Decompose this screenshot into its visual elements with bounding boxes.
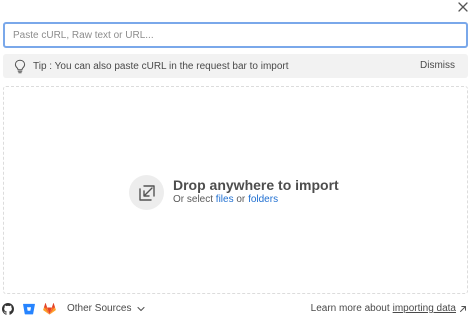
footer: Other Sources Learn more about importing… [0,300,474,320]
github-icon[interactable] [1,302,15,316]
chevron-down-icon [137,306,146,311]
learn-more: Learn more about importing data [311,303,467,314]
select-files-link[interactable]: files [216,194,234,205]
close-button[interactable] [454,0,472,14]
dismiss-button[interactable]: Dismiss [420,54,455,78]
lightbulb-icon [13,58,27,74]
tip-text: Tip : You can also paste cURL in the req… [33,60,289,72]
tip-bar: Tip : You can also paste cURL in the req… [3,54,468,78]
other-sources-label: Other Sources [67,303,132,314]
external-link-icon [460,305,466,312]
drop-subtitle: Or select files or folders [173,194,278,205]
drop-sub-or: or [236,194,246,205]
bitbucket-icon[interactable] [22,302,36,316]
drop-zone[interactable]: Drop anywhere to import Or select files … [3,86,468,294]
drop-sub-prefix: Or select [173,194,214,205]
drop-title: Drop anywhere to import [173,177,339,193]
importing-data-link[interactable]: importing data [393,303,456,314]
select-folders-link[interactable]: folders [248,194,278,205]
learn-more-prefix: Learn more about [310,303,390,314]
close-icon [458,2,468,12]
paste-input[interactable] [3,22,468,48]
other-sources-dropdown[interactable]: Other Sources [67,303,146,314]
import-arrow-icon [129,175,164,210]
gitlab-icon[interactable] [42,302,56,316]
